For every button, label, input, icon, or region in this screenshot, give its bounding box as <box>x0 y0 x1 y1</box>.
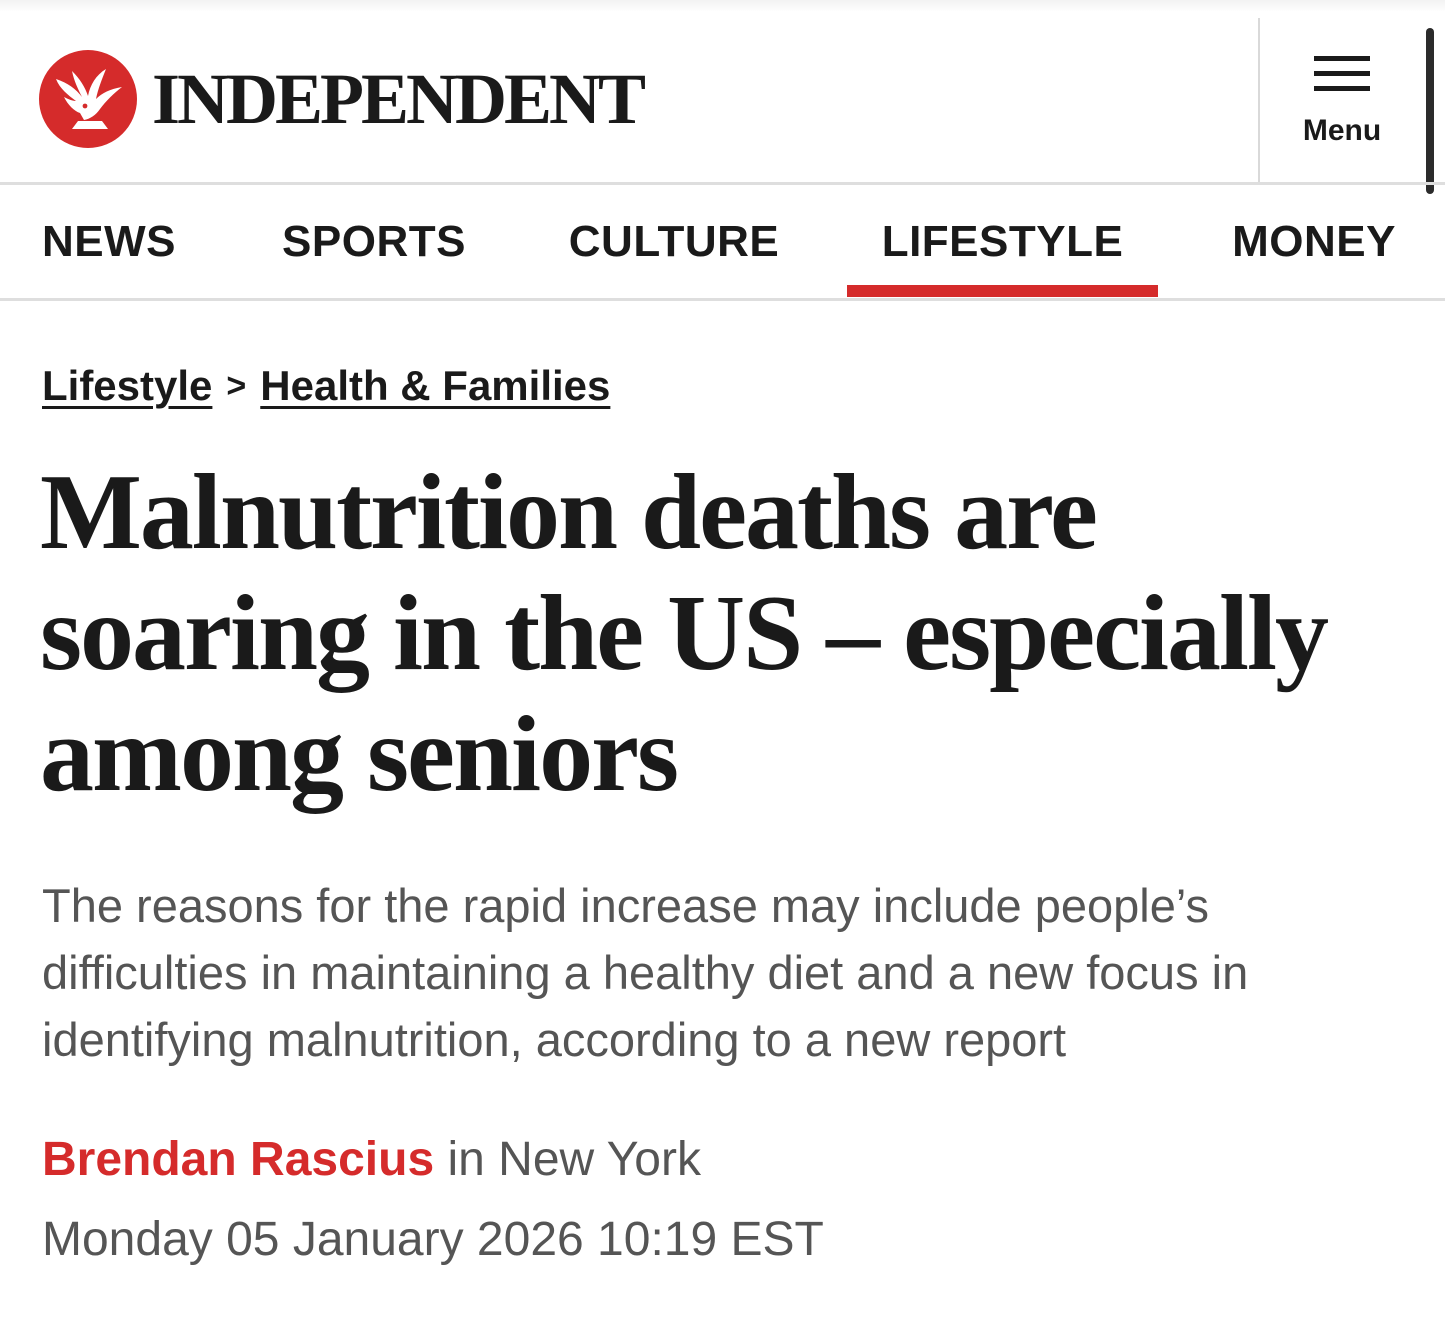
article-standfirst: The reasons for the rapid increase may i… <box>42 879 1249 1066</box>
header-shadow <box>0 0 1445 12</box>
article-headline: Malnutrition deaths are soaring in the U… <box>40 453 1329 814</box>
menu-label: Menu <box>1302 114 1382 147</box>
section-nav: NEWS SPORTS CULTURE LIFESTYLE MONEY <box>0 185 1445 301</box>
nav-item-label: LIFESTYLE <box>881 217 1124 266</box>
nav-rule <box>0 298 1445 301</box>
nav-item-label: MONEY <box>1232 217 1396 266</box>
publish-date: Monday 05 January 2026 10:19 EST <box>42 1213 824 1266</box>
nav-item-news[interactable]: NEWS <box>40 185 178 301</box>
menu-button[interactable]: Menu <box>1262 40 1422 160</box>
author-link[interactable]: Brendan Rascius <box>42 1133 434 1186</box>
site-logo[interactable]: INDEPENDENT <box>38 48 646 150</box>
nav-item-label: SPORTS <box>282 217 466 266</box>
site-wordmark: INDEPENDENT <box>152 59 646 139</box>
breadcrumb-link-lifestyle[interactable]: Lifestyle <box>42 362 212 410</box>
nav-item-sports[interactable]: SPORTS <box>282 185 465 301</box>
nav-item-label: CULTURE <box>568 217 780 266</box>
nav-item-culture[interactable]: CULTURE <box>568 185 780 301</box>
hamburger-icon <box>1314 56 1370 92</box>
nav-item-label: NEWS <box>42 217 176 266</box>
breadcrumb: Lifestyle > Health & Families <box>42 356 610 416</box>
scrollbar[interactable] <box>1426 28 1434 194</box>
breadcrumb-link-health-families[interactable]: Health & Families <box>260 362 610 410</box>
site-header: INDEPENDENT Menu <box>0 0 1445 194</box>
byline: Brendan Rascius in New York <box>42 1128 701 1192</box>
byline-location: in New York <box>434 1133 701 1186</box>
breadcrumb-separator: > <box>226 366 247 405</box>
nav-item-money[interactable]: MONEY <box>1226 185 1402 301</box>
eagle-emblem-icon <box>39 50 137 148</box>
header-divider <box>1258 18 1260 184</box>
nav-active-indicator <box>847 285 1158 297</box>
nav-item-lifestyle[interactable]: LIFESTYLE <box>847 185 1158 301</box>
